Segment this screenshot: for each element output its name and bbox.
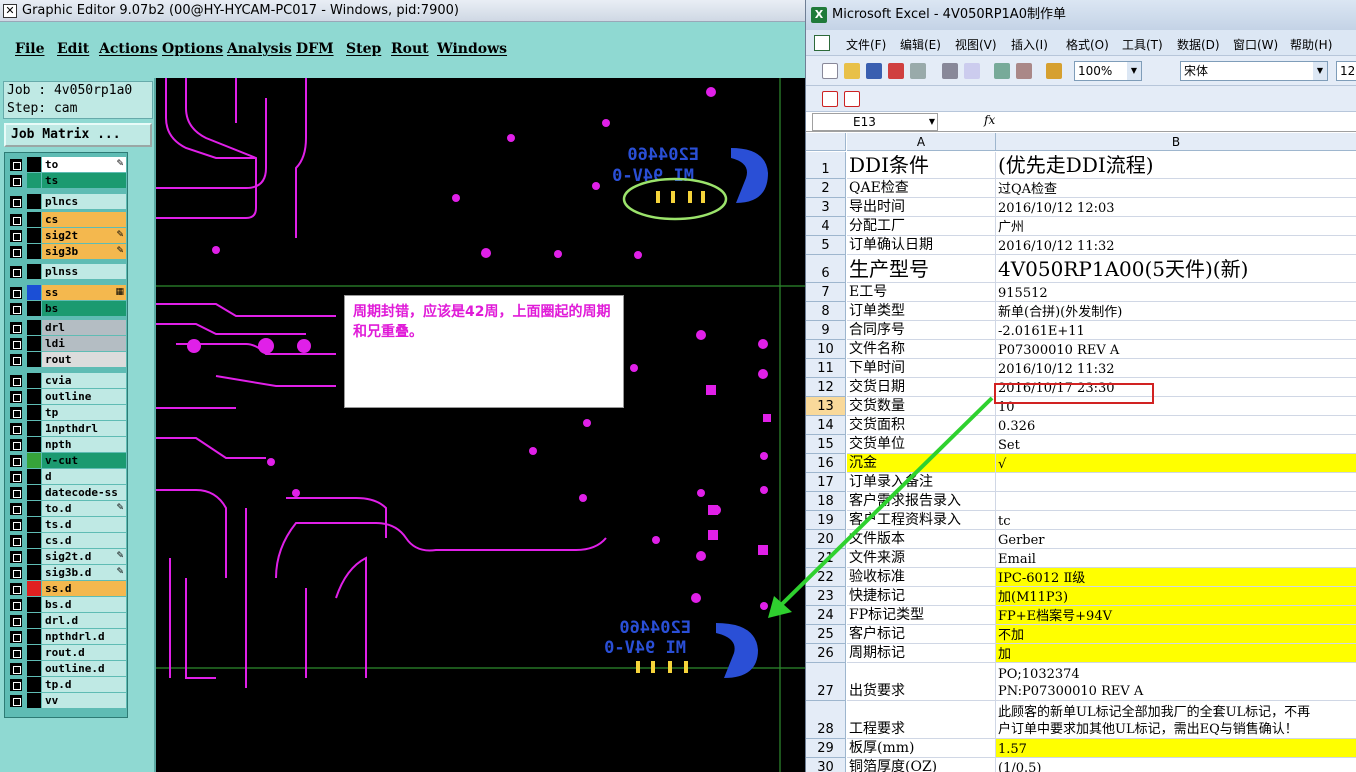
annotation-arrow <box>776 396 994 610</box>
annotation-arrow-layer <box>768 396 994 618</box>
